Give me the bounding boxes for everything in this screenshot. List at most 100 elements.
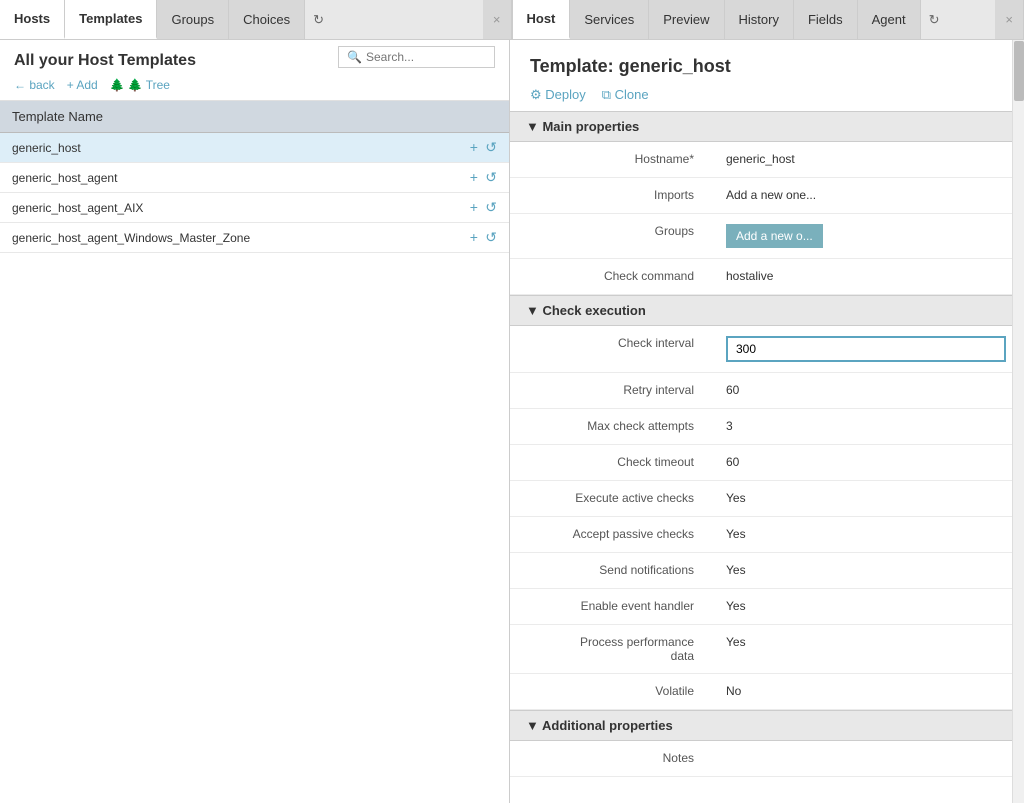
undo-row-icon[interactable]: ↺ (485, 139, 497, 155)
column-template-name: Template Name (0, 101, 420, 133)
right-tab-agent[interactable]: Agent (858, 0, 921, 39)
table-row[interactable]: generic_host_agent + ↺ (0, 163, 509, 193)
additional-properties-section: ▼ Additional properties Notes (510, 710, 1012, 777)
field-row-notes: Notes (510, 741, 1012, 777)
imports-value: Add a new one... (710, 178, 1012, 212)
content-header: Template: generic_host ⚙ Deploy ⧉ Clone (510, 40, 1012, 111)
execute-active-value: Yes (710, 481, 1012, 515)
imports-label: Imports (510, 178, 710, 212)
additional-properties-header[interactable]: ▼ Additional properties (510, 710, 1012, 741)
field-row-enable-event-handler: Enable event handler Yes (510, 589, 1012, 625)
main-properties-section: ▼ Main properties Hostname* generic_host… (510, 111, 1012, 295)
table-row[interactable]: generic_host_agent_AIX + ↺ (0, 193, 509, 223)
back-button[interactable]: ← back (14, 78, 55, 92)
right-content: Template: generic_host ⚙ Deploy ⧉ Clone … (510, 40, 1012, 803)
groups-label: Groups (510, 214, 710, 248)
right-close-icon[interactable]: × (995, 0, 1024, 39)
left-tab-bar: Hosts Templates Groups Choices ↻ × (0, 0, 512, 39)
toolbar: ← back + Add 🌲 🌲 Tree (14, 78, 495, 92)
enable-event-handler-value: Yes (710, 589, 1012, 623)
add-row-icon[interactable]: + (470, 169, 478, 185)
tree-icon: 🌲 (110, 78, 125, 92)
app-container: Hosts Templates Groups Choices ↻ × Host … (0, 0, 1024, 803)
check-interval-value (710, 326, 1012, 372)
right-tab-host[interactable]: Host (513, 0, 571, 39)
check-execution-body: Check interval Retry interval 60 Max che… (510, 326, 1012, 710)
tab-hosts[interactable]: Hosts (0, 0, 65, 39)
undo-row-icon[interactable]: ↺ (485, 229, 497, 245)
main-properties-header[interactable]: ▼ Main properties (510, 111, 1012, 142)
accept-passive-value: Yes (710, 517, 1012, 551)
volatile-value: No (710, 674, 1012, 708)
check-command-value: hostalive (710, 259, 1012, 293)
field-row-hostname: Hostname* generic_host (510, 142, 1012, 178)
table-row[interactable]: generic_host_agent_Windows_Master_Zone +… (0, 223, 509, 253)
field-row-max-attempts: Max check attempts 3 (510, 409, 1012, 445)
left-close-icon[interactable]: × (483, 0, 512, 39)
table-row[interactable]: generic_host + ↺ (0, 133, 509, 163)
template-list: Template Name generic_host + ↺ (0, 101, 509, 803)
tree-button[interactable]: 🌲 🌲 Tree (110, 78, 170, 92)
notes-label: Notes (510, 741, 710, 775)
right-refresh-icon[interactable]: ↻ (921, 0, 948, 39)
tab-groups[interactable]: Groups (157, 0, 229, 39)
left-refresh-icon[interactable]: ↻ (305, 0, 332, 39)
field-row-check-interval: Check interval (510, 326, 1012, 373)
right-tab-preview[interactable]: Preview (649, 0, 724, 39)
hostname-label: Hostname* (510, 142, 710, 176)
additional-properties-body: Notes (510, 741, 1012, 777)
field-row-check-timeout: Check timeout 60 (510, 445, 1012, 481)
notes-value (710, 741, 1012, 761)
right-tab-fields[interactable]: Fields (794, 0, 858, 39)
add-row-icon[interactable]: + (470, 199, 478, 215)
add-row-icon[interactable]: + (470, 229, 478, 245)
search-bar[interactable]: 🔍 (338, 46, 495, 68)
check-interval-input[interactable] (726, 336, 1006, 362)
template-name-cell: generic_host_agent (0, 163, 420, 193)
scrollbar-thumb[interactable] (1014, 41, 1024, 101)
field-row-execute-active: Execute active checks Yes (510, 481, 1012, 517)
undo-row-icon[interactable]: ↺ (485, 169, 497, 185)
template-name-cell: generic_host_agent_Windows_Master_Zone (0, 223, 420, 253)
search-input[interactable] (366, 50, 486, 64)
add-row-icon[interactable]: + (470, 139, 478, 155)
max-attempts-label: Max check attempts (510, 409, 710, 443)
scrollbar-track[interactable] (1012, 40, 1024, 803)
tab-bar: Hosts Templates Groups Choices ↻ × Host … (0, 0, 1024, 40)
content-actions: ⚙ Deploy ⧉ Clone (530, 87, 992, 103)
content-title: Template: generic_host (530, 56, 992, 77)
retry-interval-label: Retry interval (510, 373, 710, 407)
field-row-process-performance: Process performancedata Yes (510, 625, 1012, 674)
retry-interval-value: 60 (710, 373, 1012, 407)
check-command-label: Check command (510, 259, 710, 293)
check-timeout-value: 60 (710, 445, 1012, 479)
max-attempts-value: 3 (710, 409, 1012, 443)
execute-active-label: Execute active checks (510, 481, 710, 515)
process-performance-value: Yes (710, 625, 1012, 659)
tab-choices[interactable]: Choices (229, 0, 305, 39)
table-row-actions: + ↺ (420, 223, 509, 253)
undo-row-icon[interactable]: ↺ (485, 199, 497, 215)
table-row-actions: + ↺ (420, 193, 509, 223)
add-button[interactable]: + Add (67, 78, 98, 92)
check-interval-label: Check interval (510, 326, 710, 360)
groups-add-button[interactable]: Add a new o... (726, 224, 823, 248)
check-execution-section: ▼ Check execution Check interval Retry i… (510, 295, 1012, 710)
check-execution-header[interactable]: ▼ Check execution (510, 295, 1012, 326)
send-notifications-label: Send notifications (510, 553, 710, 587)
template-name-cell: generic_host (0, 133, 420, 163)
check-timeout-label: Check timeout (510, 445, 710, 479)
field-row-retry-interval: Retry interval 60 (510, 373, 1012, 409)
right-tab-services[interactable]: Services (570, 0, 649, 39)
panel-header: All your Host Templates 🔍 ← back + Add 🌲… (0, 40, 509, 101)
volatile-label: Volatile (510, 674, 710, 708)
field-row-accept-passive: Accept passive checks Yes (510, 517, 1012, 553)
enable-event-handler-label: Enable event handler (510, 589, 710, 623)
template-name-cell: generic_host_agent_AIX (0, 193, 420, 223)
clone-button[interactable]: ⧉ Clone (602, 87, 649, 103)
main-properties-body: Hostname* generic_host Imports Add a new… (510, 142, 1012, 295)
deploy-button[interactable]: ⚙ Deploy (530, 87, 586, 103)
right-tab-history[interactable]: History (725, 0, 794, 39)
tab-templates[interactable]: Templates (65, 0, 157, 39)
field-row-check-command: Check command hostalive (510, 259, 1012, 295)
